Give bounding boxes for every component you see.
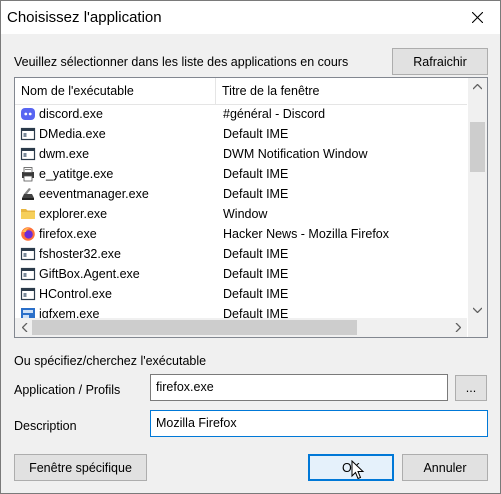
list-header: Nom de l'exécutable Titre de la fenêtre — [15, 78, 467, 105]
refresh-button[interactable]: Rafraichir — [392, 48, 488, 75]
executable-name: dwm.exe — [39, 147, 90, 161]
window-title: DWM Notification Window — [223, 147, 368, 161]
executable-name: GiftBox.Agent.exe — [39, 267, 140, 281]
scroll-right-arrow-icon[interactable] — [448, 319, 467, 336]
vertical-scrollbar[interactable] — [468, 78, 487, 318]
window-title: Window — [223, 207, 268, 221]
window-app-icon — [20, 266, 36, 282]
specify-executable-label: Ou spécifiez/cherchez l'exécutable — [14, 354, 207, 368]
list-item[interactable]: explorer.exe Window — [15, 204, 467, 224]
mouse-pointer-icon — [351, 460, 365, 480]
description-label: Description — [14, 419, 77, 433]
window-title: Default IME — [223, 287, 289, 301]
list-item[interactable]: DMedia.exe Default IME — [15, 124, 467, 144]
horizontal-scroll-thumb[interactable] — [32, 320, 357, 335]
description-input[interactable]: Mozilla Firefox — [150, 410, 488, 437]
discord-icon — [20, 106, 36, 122]
executable-name: HControl.exe — [39, 287, 112, 301]
title-bar: Choisissez l'application — [1, 1, 500, 34]
horizontal-scrollbar[interactable] — [15, 318, 467, 337]
executable-name: fshoster32.exe — [39, 247, 121, 261]
folder-icon — [20, 206, 36, 222]
column-header-executable[interactable]: Nom de l'exécutable — [15, 78, 216, 104]
executable-name: DMedia.exe — [39, 127, 106, 141]
scrollbar-corner — [468, 318, 487, 337]
window-app-icon — [20, 286, 36, 302]
vertical-scroll-thumb[interactable] — [470, 122, 485, 172]
close-button[interactable] — [454, 1, 500, 34]
scroll-up-arrow-icon[interactable] — [468, 78, 487, 95]
close-icon — [471, 12, 483, 23]
window-title: Default IME — [223, 187, 289, 201]
column-header-window-title[interactable]: Titre de la fenêtre — [216, 78, 462, 104]
executable-name: e_yatitge.exe — [39, 167, 114, 181]
list-item[interactable]: discord.exe #général - Discord — [15, 104, 467, 124]
specific-window-button[interactable]: Fenêtre spécifique — [14, 454, 147, 481]
intel-icon — [20, 306, 36, 318]
window-title: Default IME — [223, 127, 289, 141]
window-title: #général - Discord — [223, 107, 326, 121]
executable-name: igfxem.exe — [39, 307, 100, 318]
list-item[interactable]: dwm.exe DWM Notification Window — [15, 144, 467, 164]
dialog-title: Choisissez l'application — [7, 9, 162, 26]
browse-button[interactable]: ... — [455, 375, 487, 401]
instruction-text: Veuillez sélectionner dans les liste des… — [14, 55, 349, 69]
list-item[interactable]: e_yatitge.exe Default IME — [15, 164, 467, 184]
list-item[interactable]: igfxem.exe Default IME — [15, 304, 467, 318]
window-title: Default IME — [223, 167, 289, 181]
cancel-button[interactable]: Annuler — [402, 454, 488, 481]
list-rows: discord.exe #général - Discord DMedia.exe D… — [15, 104, 467, 318]
window-title: Default IME — [223, 267, 289, 281]
firefox-icon — [20, 226, 36, 242]
choose-application-dialog: Choisissez l'application Veuillez sélect… — [0, 0, 501, 494]
application-input[interactable]: firefox.exe — [150, 374, 448, 401]
window-title: Default IME — [223, 307, 289, 318]
list-item[interactable]: eeventmanager.exe Default IME — [15, 184, 467, 204]
executable-name: firefox.exe — [39, 227, 97, 241]
window-title: Default IME — [223, 247, 289, 261]
scanner-icon — [20, 186, 36, 202]
list-item[interactable]: GiftBox.Agent.exe Default IME — [15, 264, 467, 284]
application-list[interactable]: Nom de l'exécutable Titre de la fenêtre … — [14, 77, 488, 338]
window-app-icon — [20, 126, 36, 142]
executable-name: eeventmanager.exe — [39, 187, 149, 201]
window-title: Hacker News - Mozilla Firefox — [223, 227, 390, 241]
printer-icon — [20, 166, 36, 182]
executable-name: discord.exe — [39, 107, 103, 121]
list-item[interactable]: HControl.exe Default IME — [15, 284, 467, 304]
window-app-icon — [20, 246, 36, 262]
executable-name: explorer.exe — [39, 207, 108, 221]
application-profiles-label: Application / Profils — [14, 383, 121, 397]
scroll-down-arrow-icon[interactable] — [468, 301, 487, 318]
list-item[interactable]: fshoster32.exe Default IME — [15, 244, 467, 264]
window-app-icon — [20, 146, 36, 162]
list-item[interactable]: firefox.exe Hacker News - Mozilla Firefox — [15, 224, 467, 244]
